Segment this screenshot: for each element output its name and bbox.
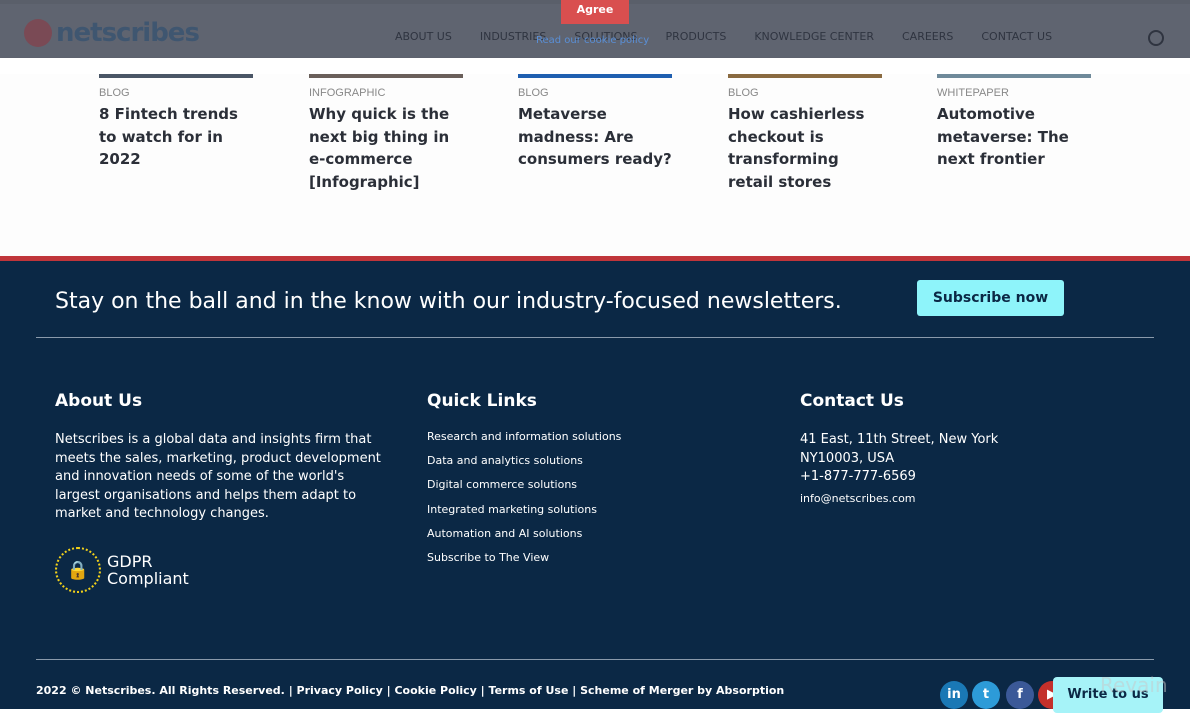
about-heading: About Us bbox=[55, 391, 143, 411]
quick-link[interactable]: Research and information solutions bbox=[427, 425, 621, 449]
email-link[interactable]: info@netscribes.com bbox=[800, 487, 998, 511]
article-category: BLOG bbox=[728, 87, 759, 99]
article-image bbox=[309, 74, 463, 78]
subscribe-button[interactable]: Subscribe now bbox=[917, 280, 1064, 316]
quick-links-heading: Quick Links bbox=[427, 391, 537, 411]
article-image bbox=[728, 74, 882, 78]
article-card[interactable]: WHITEPAPER Automotive metaverse: The next… bbox=[937, 74, 1091, 171]
revain-watermark: Revain bbox=[1100, 673, 1168, 697]
copyright-links[interactable]: 2022 © Netscribes. All Rights Reserved. … bbox=[36, 684, 784, 697]
address-line: 41 East, 11th Street, New York bbox=[800, 432, 999, 447]
quick-link[interactable]: Automation and AI solutions bbox=[427, 522, 621, 546]
nav-careers[interactable]: CAREERS bbox=[902, 30, 953, 43]
cookie-policy-link[interactable]: Read our cookie policy bbox=[536, 35, 649, 46]
article-carousel: BLOG 8 Fintech trends to watch for in 202… bbox=[0, 74, 1190, 258]
article-image bbox=[518, 74, 672, 78]
nav-contact[interactable]: CONTACT US bbox=[981, 30, 1052, 43]
article-title[interactable]: 8 Fintech trends to watch for in 2022 bbox=[99, 103, 253, 171]
article-card[interactable]: BLOG Metaverse madness: Are consumers rea… bbox=[518, 74, 672, 171]
divider bbox=[36, 337, 1154, 338]
article-category: BLOG bbox=[99, 87, 130, 99]
contact-column: Contact Us 41 East, 11th Street, New Yor… bbox=[800, 391, 998, 511]
article-card[interactable]: BLOG 8 Fintech trends to watch for in 202… bbox=[99, 74, 253, 171]
contact-heading: Contact Us bbox=[800, 391, 904, 411]
header-shadow bbox=[0, 58, 1190, 74]
article-image bbox=[937, 74, 1091, 78]
article-title[interactable]: Metaverse madness: Are consumers ready? bbox=[518, 103, 672, 171]
search-icon[interactable] bbox=[1148, 30, 1164, 46]
article-category: BLOG bbox=[518, 87, 549, 99]
logo-icon bbox=[24, 19, 52, 47]
twitter-icon[interactable]: t bbox=[972, 681, 1000, 709]
gdpr-line1: GDPR bbox=[107, 552, 153, 571]
article-card[interactable]: BLOG How cashierless checkout is transfor… bbox=[728, 74, 882, 193]
lock-icon: 🔒 bbox=[55, 547, 101, 593]
nav-products[interactable]: PRODUCTS bbox=[665, 30, 726, 43]
phone: +1-877-777-6569 bbox=[800, 469, 916, 484]
nav-about[interactable]: ABOUT US bbox=[395, 30, 452, 43]
logo-text: netscribes bbox=[56, 18, 200, 48]
article-title[interactable]: Why quick is the next big thing in e-com… bbox=[309, 103, 463, 193]
linkedin-icon[interactable]: in bbox=[940, 681, 968, 709]
newsletter-text: Stay on the ball and in the know with ou… bbox=[55, 289, 842, 314]
quick-link[interactable]: Digital commerce solutions bbox=[427, 473, 621, 497]
article-image bbox=[99, 74, 253, 78]
about-text: Netscribes is a global data and insights… bbox=[55, 432, 381, 521]
quick-link[interactable]: Subscribe to The View bbox=[427, 546, 621, 570]
quick-link[interactable]: Data and analytics solutions bbox=[427, 449, 621, 473]
article-card[interactable]: INFOGRAPHIC Why quick is the next big thi… bbox=[309, 74, 463, 193]
footer: Stay on the ball and in the know with ou… bbox=[0, 256, 1190, 713]
article-category: INFOGRAPHIC bbox=[309, 87, 386, 99]
facebook-icon[interactable]: f bbox=[1006, 681, 1034, 709]
quick-links-column: Quick Links Research and information sol… bbox=[427, 391, 621, 570]
address-line: NY10003, USA bbox=[800, 450, 895, 466]
article-category: WHITEPAPER bbox=[937, 87, 1009, 99]
article-title[interactable]: How cashierless checkout is transforming… bbox=[728, 103, 882, 193]
about-column: About Us Netscribes is a global data and… bbox=[55, 391, 385, 524]
main-nav: ABOUT US INDUSTRIES SOLUTIONS PRODUCTS K… bbox=[395, 30, 1052, 43]
quick-link[interactable]: Integrated marketing solutions bbox=[427, 498, 621, 522]
logo[interactable]: netscribes bbox=[24, 18, 200, 48]
agree-button[interactable]: Agree bbox=[561, 0, 629, 24]
article-title[interactable]: Automotive metaverse: The next frontier bbox=[937, 103, 1091, 171]
divider bbox=[36, 659, 1154, 660]
gdpr-line2: Compliant bbox=[107, 569, 189, 588]
gdpr-badge: 🔒 GDPR Compliant bbox=[55, 547, 189, 593]
nav-knowledge[interactable]: KNOWLEDGE CENTER bbox=[754, 30, 874, 43]
